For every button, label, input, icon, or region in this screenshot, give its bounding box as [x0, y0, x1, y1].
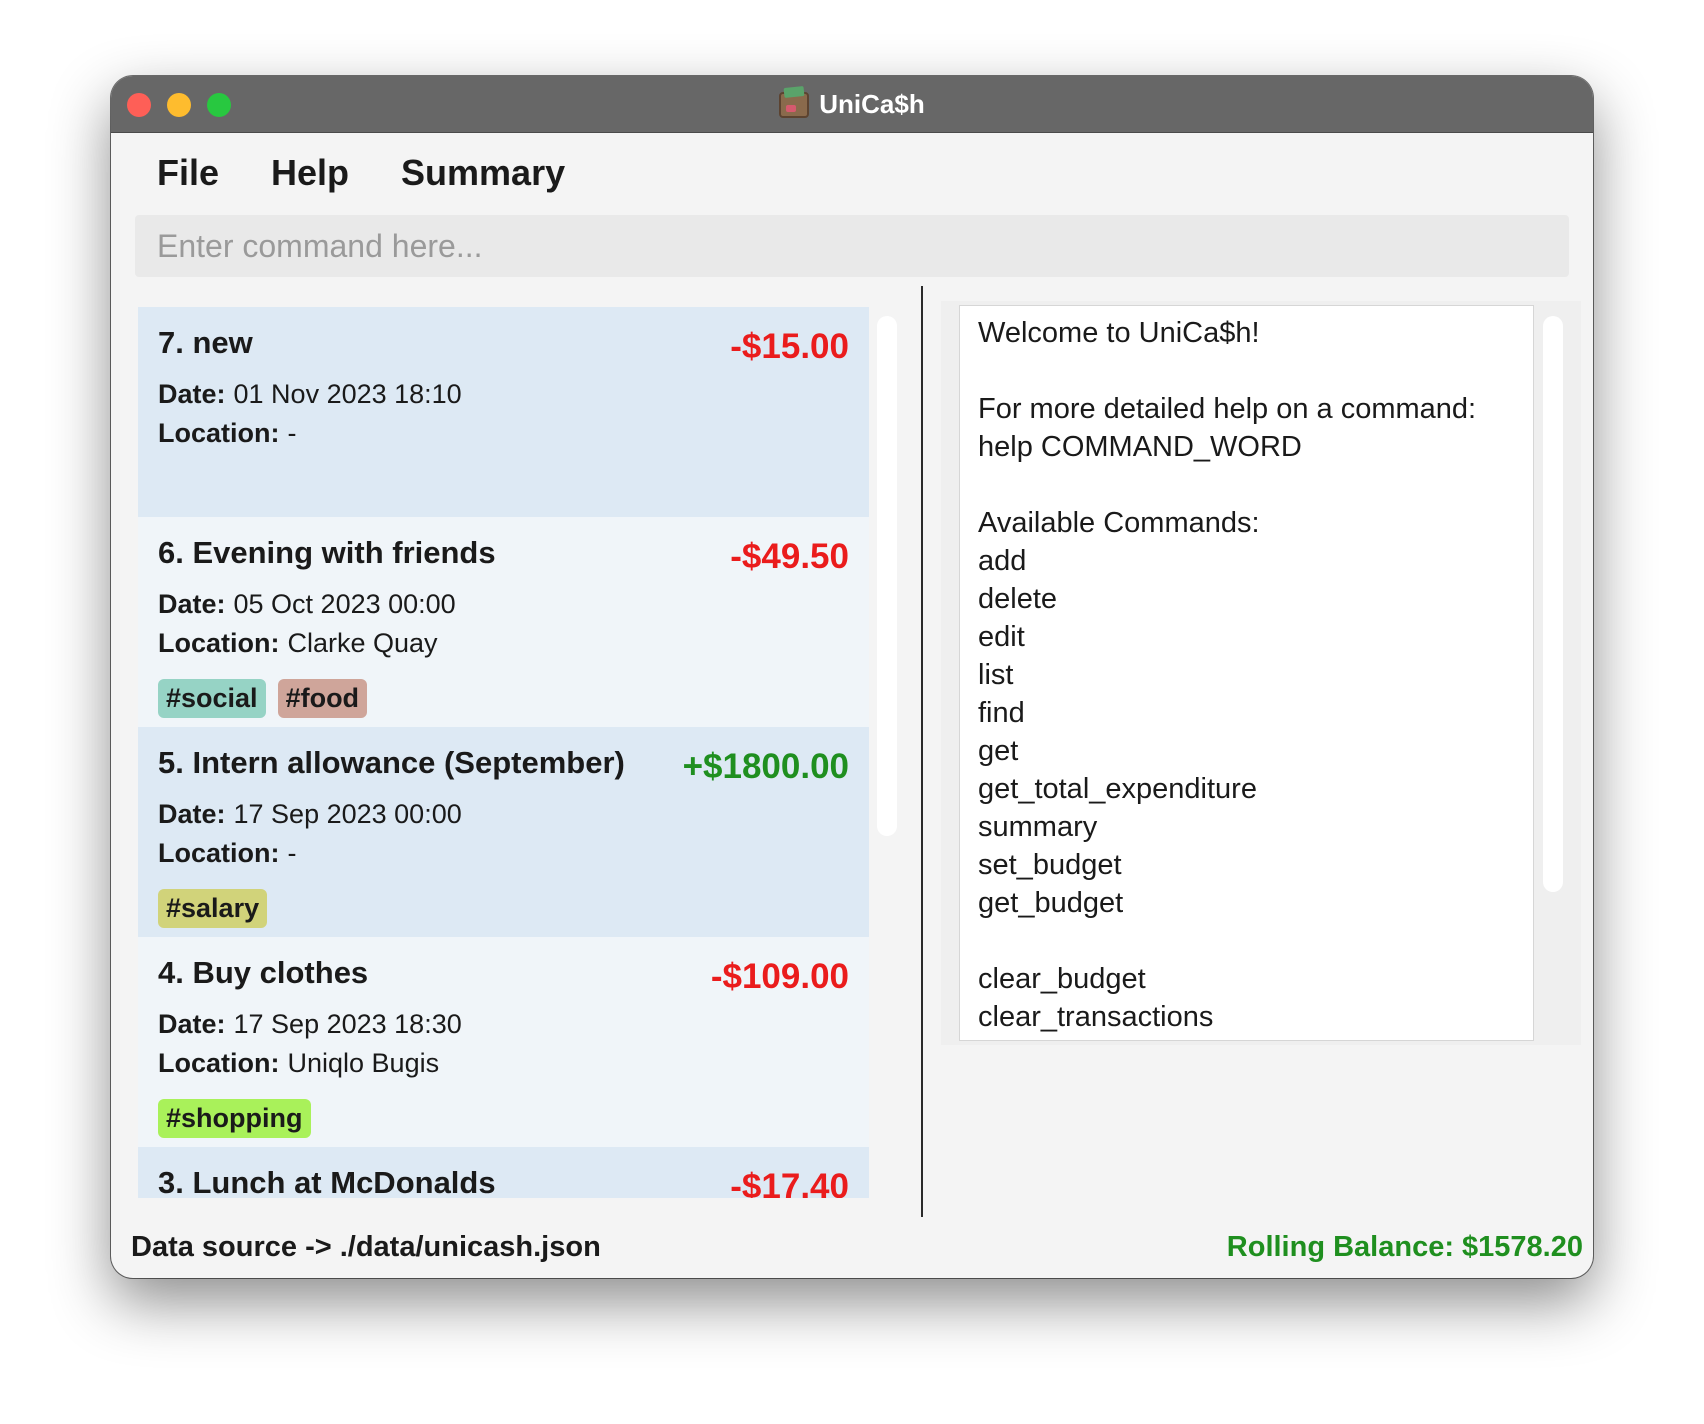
date-label: Date:	[158, 799, 226, 829]
transaction-card[interactable]: 3. Lunch at McDonalds -$17.40	[138, 1147, 869, 1198]
transaction-date-row: Date: 17 Sep 2023 18:30	[158, 1009, 849, 1040]
date-label: Date:	[158, 589, 226, 619]
transaction-amount: -$109.00	[710, 957, 849, 996]
window-title: UniCa$h	[819, 89, 925, 119]
transaction-card[interactable]: 7. new -$15.00 Date: 01 Nov 2023 18:10 Locat…	[138, 307, 869, 517]
location-label: Location:	[158, 1048, 280, 1078]
transaction-list[interactable]: 7. new -$15.00 Date: 01 Nov 2023 18:10 Locat…	[138, 307, 869, 1198]
transaction-date: 17 Sep 2023 18:30	[233, 1009, 462, 1039]
result-display[interactable]: Welcome to UniCa$h! For more detailed he…	[959, 305, 1534, 1041]
transaction-amount: -$49.50	[730, 537, 849, 576]
transaction-location-row: Location: Clarke Quay	[158, 628, 849, 659]
title-bar: UniCa$h	[111, 76, 1593, 133]
menu-file[interactable]: File	[157, 152, 219, 194]
transaction-card[interactable]: 6. Evening with friends -$49.50 Date: 05 Oc…	[138, 517, 869, 727]
transaction-card[interactable]: 5. Intern allowance (September) +$1800.00…	[138, 727, 869, 937]
location-label: Location:	[158, 418, 280, 448]
command-input[interactable]	[135, 215, 1569, 277]
category-tag: #social	[158, 679, 266, 718]
transaction-tags: #shopping	[158, 1099, 849, 1138]
status-bar: Data source -> ./data/unicash.json Rolli…	[111, 1217, 1593, 1278]
transaction-location: Uniqlo Bugis	[287, 1048, 440, 1078]
transaction-date-row: Date: 01 Nov 2023 18:10	[158, 379, 849, 410]
category-tag: #food	[277, 679, 368, 718]
rolling-balance-label: Rolling Balance: $1578.20	[1226, 1231, 1583, 1263]
location-label: Location:	[158, 838, 280, 868]
transaction-amount: -$15.00	[730, 327, 849, 366]
transaction-location: Clarke Quay	[287, 628, 438, 658]
transaction-date: 01 Nov 2023 18:10	[233, 379, 462, 409]
transaction-location-row: Location: -	[158, 418, 849, 449]
title-group: UniCa$h	[111, 76, 1593, 133]
date-label: Date:	[158, 1009, 226, 1039]
transaction-date: 05 Oct 2023 00:00	[233, 589, 456, 619]
category-tag: #salary	[158, 889, 268, 928]
date-label: Date:	[158, 379, 226, 409]
transaction-location-row: Location: Uniqlo Bugis	[158, 1048, 849, 1079]
transaction-location-row: Location: -	[158, 838, 849, 869]
transaction-date: 17 Sep 2023 00:00	[233, 799, 462, 829]
category-tag: #shopping	[158, 1099, 311, 1138]
menu-bar: File Help Summary	[111, 133, 1593, 213]
transaction-list-scrollbar[interactable]	[877, 316, 897, 836]
transaction-date-row: Date: 05 Oct 2023 00:00	[158, 589, 849, 620]
data-source-label: Data source -> ./data/unicash.json	[131, 1231, 601, 1263]
menu-help[interactable]: Help	[271, 152, 349, 194]
pane-divider[interactable]	[921, 286, 923, 1217]
transaction-location: -	[287, 838, 297, 868]
transaction-date-row: Date: 17 Sep 2023 00:00	[158, 799, 849, 830]
menu-summary[interactable]: Summary	[401, 152, 565, 194]
transaction-amount: +$1800.00	[682, 747, 849, 786]
transaction-tags: #salary	[158, 889, 849, 928]
location-label: Location:	[158, 628, 280, 658]
transaction-location: -	[287, 418, 297, 448]
transaction-tags: #social #food	[158, 679, 849, 718]
transaction-card[interactable]: 4. Buy clothes -$109.00 Date: 17 Sep 2023 1…	[138, 937, 869, 1147]
app-window: UniCa$h File Help Summary 7. new-$15.00D…	[111, 76, 1593, 1278]
transaction-amount: -$17.40	[730, 1167, 849, 1198]
wallet-icon	[779, 91, 810, 118]
result-display-scrollbar[interactable]	[1543, 316, 1563, 892]
